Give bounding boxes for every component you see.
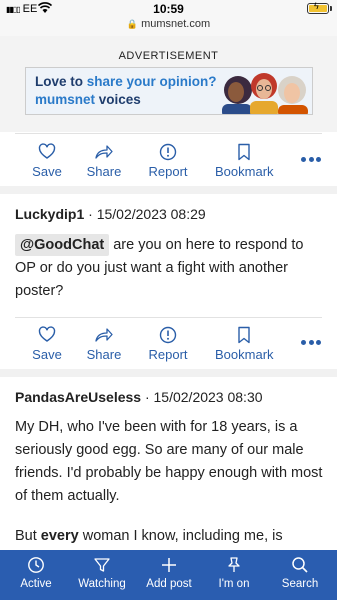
post-header: Luckydip1 · 15/02/2023 08:29 <box>15 206 206 222</box>
user-mention[interactable]: @GoodChat <box>15 234 110 256</box>
status-bar: ▮▮▯▯ EE 10:59 ϟ <box>0 0 337 18</box>
report-button[interactable]: Report <box>148 326 188 362</box>
heart-icon <box>38 326 56 342</box>
clock: 10:59 <box>153 2 184 16</box>
bookmark-icon <box>238 326 250 344</box>
nav-watching-label: Watching <box>78 578 126 590</box>
nav-active[interactable]: Active <box>14 556 58 590</box>
post-timestamp: · 15/02/2023 08:29 <box>84 206 206 222</box>
search-icon <box>292 557 308 573</box>
share-label: Share <box>86 164 122 179</box>
post-paragraph: My DH, who I've been with for 18 years, … <box>15 419 323 504</box>
ad-headline-highlight: share your opinion? <box>86 74 217 89</box>
url-text: mumsnet.com <box>141 18 211 30</box>
filter-icon <box>94 558 110 572</box>
battery-icon: ϟ <box>307 2 332 14</box>
address-bar[interactable]: 🔒 mumsnet.com <box>0 18 337 36</box>
more-options-icon[interactable] <box>301 340 321 346</box>
save-label: Save <box>32 164 62 179</box>
share-button[interactable]: Share <box>86 326 122 362</box>
nav-search-label: Search <box>281 578 319 590</box>
report-label: Report <box>148 164 188 179</box>
nav-add-post-label: Add post <box>146 578 192 590</box>
share-button[interactable]: Share <box>86 143 122 179</box>
post-text-bold: every <box>40 528 79 544</box>
post-username[interactable]: Luckydip1 <box>15 206 84 222</box>
save-button[interactable]: Save <box>32 326 62 362</box>
ad-illustration <box>222 73 308 114</box>
alert-circle-icon <box>159 143 177 161</box>
post-actions: Save Share Report Bookmark <box>0 326 337 372</box>
more-options-icon[interactable] <box>301 157 321 163</box>
alert-circle-icon <box>159 326 177 344</box>
report-button[interactable]: Report <box>148 143 188 179</box>
share-arrow-icon <box>95 328 113 342</box>
ad-brand-suffix: voices <box>95 92 141 107</box>
ad-brand-line: mumsnet voices <box>35 92 141 107</box>
nav-add-post[interactable]: Add post <box>142 556 196 590</box>
post-body-continued: But every woman I know, including me, is <box>15 525 325 548</box>
post-separator <box>0 186 337 194</box>
post-separator <box>0 369 337 377</box>
bookmark-label: Bookmark <box>215 347 274 362</box>
bookmark-button[interactable]: Bookmark <box>215 143 274 179</box>
heart-icon <box>38 143 56 159</box>
post-text: But <box>15 528 41 544</box>
share-label: Share <box>86 347 122 362</box>
divider <box>15 317 322 318</box>
plus-icon <box>162 558 176 572</box>
post-body: My DH, who I've been with for 18 years, … <box>15 416 325 508</box>
clock-icon <box>28 557 44 573</box>
save-label: Save <box>32 347 62 362</box>
pin-icon <box>228 557 240 572</box>
save-button[interactable]: Save <box>32 143 62 179</box>
report-label: Report <box>148 347 188 362</box>
ad-banner[interactable]: Love to share your opinion? mumsnet voic… <box>25 67 313 115</box>
nav-search[interactable]: Search <box>278 556 322 590</box>
post-body: @GoodChat are you on here to respond to … <box>15 234 325 303</box>
ad-brand: mumsnet <box>35 92 96 107</box>
ad-headline: Love to share your opinion? <box>35 74 217 89</box>
nav-im-on-label: I'm on <box>218 578 250 590</box>
post-header: PandasAreUseless · 15/02/2023 08:30 <box>15 389 263 405</box>
bookmark-label: Bookmark <box>215 164 274 179</box>
bookmark-icon <box>238 143 250 161</box>
bookmark-button[interactable]: Bookmark <box>215 326 274 362</box>
share-arrow-icon <box>95 145 113 159</box>
post-timestamp: · 15/02/2023 08:30 <box>141 389 263 405</box>
post-text: woman I know, including me, is <box>78 528 283 544</box>
ad-container: ADVERTISEMENT Love to share your opinion… <box>0 36 337 132</box>
ad-headline-prefix: Love to <box>35 74 87 89</box>
divider <box>15 133 322 134</box>
post-username[interactable]: PandasAreUseless <box>15 389 141 405</box>
lock-icon: 🔒 <box>126 19 139 29</box>
post-actions: Save Share Report Bookmark <box>0 143 337 189</box>
nav-im-on[interactable]: I'm on <box>214 556 254 590</box>
nav-watching[interactable]: Watching <box>76 556 128 590</box>
bottom-nav: Active Watching Add post I'm on Search <box>0 550 337 600</box>
ad-label: ADVERTISEMENT <box>118 50 219 62</box>
nav-active-label: Active <box>20 578 52 590</box>
